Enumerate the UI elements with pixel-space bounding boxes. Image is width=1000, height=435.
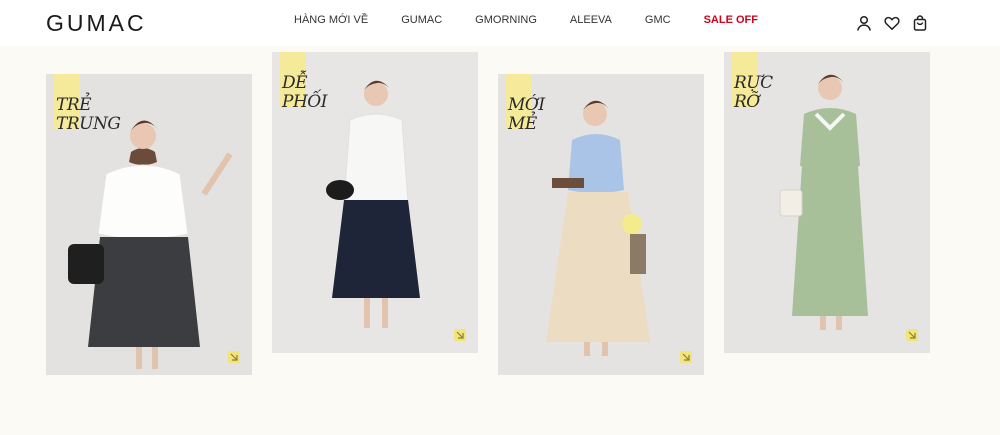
collection-label: TRẺ TRUNG — [56, 95, 121, 134]
product-card-moi-me[interactable]: MỚI MẺ — [498, 74, 704, 375]
nav-item-gmorning[interactable]: GMORNING — [475, 14, 537, 26]
nav-item-sale-off[interactable]: SALE OFF — [704, 14, 758, 26]
nav-item-gmc[interactable]: GMC — [645, 14, 671, 26]
arrow-corner-icon[interactable] — [454, 329, 466, 341]
collection-label: MỚI MẺ — [508, 95, 545, 134]
header-icons — [856, 15, 928, 31]
nav-item-new-arrivals[interactable]: HÀNG MỚI VỀ — [294, 14, 368, 26]
collection-label: RỰC RỠ — [734, 73, 773, 112]
nav-item-aleeva[interactable]: ALEEVA — [570, 14, 612, 26]
arrow-corner-icon[interactable] — [228, 351, 240, 363]
heart-icon[interactable] — [884, 15, 900, 31]
site-header: GUMAC HÀNG MỚI VỀ GUMAC GMORNING ALEEVA … — [0, 0, 1000, 46]
product-card-ruc-ro[interactable]: RỰC RỠ — [724, 52, 930, 353]
nav-item-gumac[interactable]: GUMAC — [401, 14, 442, 26]
product-card-de-phoi[interactable]: DỄ PHỐI — [272, 52, 478, 353]
shopping-bag-icon[interactable] — [912, 15, 928, 31]
product-card-tre-trung[interactable]: TRẺ TRUNG — [46, 74, 252, 375]
arrow-corner-icon[interactable] — [906, 329, 918, 341]
user-icon[interactable] — [856, 15, 872, 31]
main-nav: HÀNG MỚI VỀ GUMAC GMORNING ALEEVA GMC SA… — [294, 14, 758, 26]
arrow-corner-icon[interactable] — [680, 351, 692, 363]
collection-label: DỄ PHỐI — [282, 73, 327, 112]
brand-logo[interactable]: GUMAC — [46, 10, 147, 37]
